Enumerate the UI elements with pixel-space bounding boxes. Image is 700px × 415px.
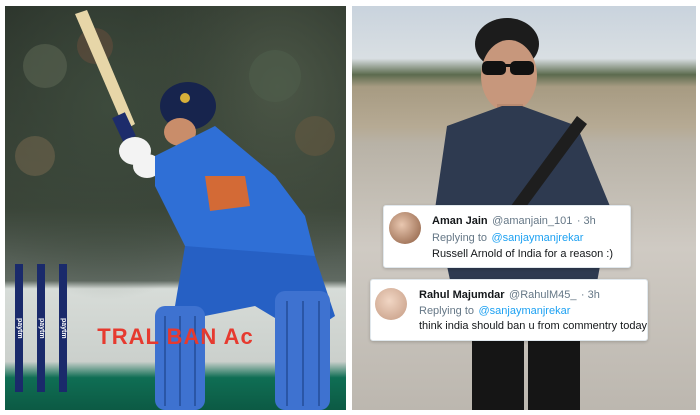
tweet-author-name[interactable]: Rahul Majumdar bbox=[419, 289, 505, 301]
stump-right: paytm bbox=[59, 264, 67, 392]
stump-middle: paytm bbox=[37, 264, 45, 392]
cricketer-photo: TRAL BAN Ac paytm paytm paytm bbox=[5, 6, 346, 410]
stump-left: paytm bbox=[15, 264, 23, 392]
tweet-card[interactable]: Rahul Majumdar @RahulM45_ · 3h Replying … bbox=[370, 279, 648, 341]
tweet-handle[interactable]: @amanjain_101 bbox=[492, 215, 572, 227]
commentator-photo: Aman Jain @amanjain_101 · 3h Replying to… bbox=[352, 6, 696, 410]
mention-link[interactable]: @sanjaymanjrekar bbox=[492, 232, 584, 244]
mention-link[interactable]: @sanjaymanjrekar bbox=[479, 305, 571, 317]
tweet-author-name[interactable]: Aman Jain bbox=[432, 215, 488, 227]
replying-to-label: Replying to bbox=[432, 232, 488, 244]
tweet-time: · 3h bbox=[576, 215, 596, 227]
tweet-handle[interactable]: @RahulM45_ bbox=[509, 289, 576, 301]
tweet-card[interactable]: Aman Jain @amanjain_101 · 3h Replying to… bbox=[383, 205, 631, 268]
advertising-banner-text: TRAL BAN Ac bbox=[97, 324, 254, 349]
avatar[interactable] bbox=[375, 288, 407, 320]
tweet-text: Russell Arnold of India for a reason :) bbox=[432, 248, 613, 260]
avatar[interactable] bbox=[389, 212, 421, 244]
tweet-time: · 3h bbox=[580, 289, 600, 301]
tweet-text: think india should ban u from commentry … bbox=[419, 320, 648, 332]
replying-to-label: Replying to bbox=[419, 305, 475, 317]
